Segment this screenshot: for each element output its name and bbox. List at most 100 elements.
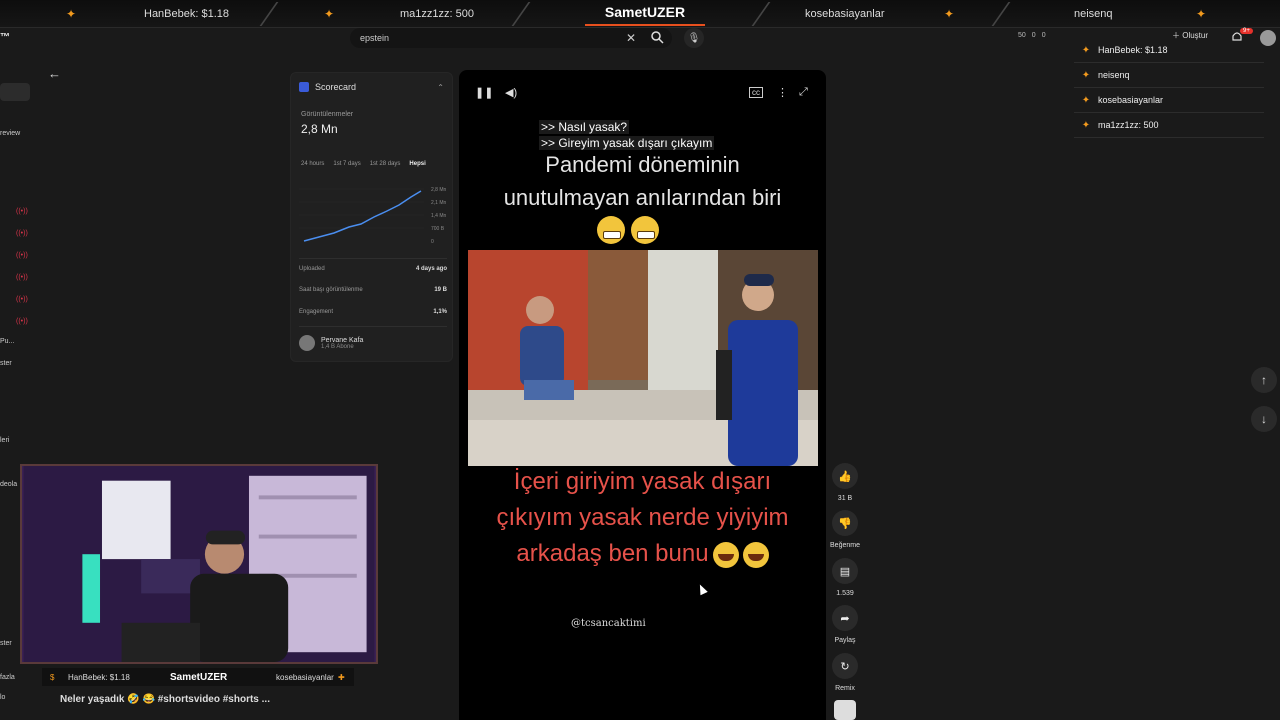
remix-icon[interactable]: ↻ (832, 653, 858, 679)
clear-icon[interactable]: ✕ (626, 31, 636, 45)
sidebar-label[interactable]: review (0, 130, 20, 137)
grimace-emoji (597, 216, 659, 244)
live-icon: ((•)) (16, 252, 28, 259)
cam-bar-left: HanBebek: $1.18 (68, 672, 130, 682)
cam-bar-brand: SametUZER (170, 671, 228, 683)
sidebar-label[interactable]: lo (0, 694, 5, 701)
spark-icon: ✦ (1196, 7, 1207, 21)
header-stats: 50 0 0 (1018, 32, 1046, 39)
more-options-icon[interactable]: ⋮ (777, 86, 788, 99)
views-line (303, 190, 422, 242)
search-value: epstein (360, 33, 390, 43)
share-button[interactable]: ➦ Paylaş (830, 605, 860, 644)
sidebar-label[interactable]: ster (0, 360, 12, 367)
channel-name[interactable]: Pervane Kafa (321, 337, 363, 344)
search-icon[interactable] (650, 30, 664, 44)
dislike-button[interactable]: 👎 Beğenme (830, 510, 860, 549)
grimace-emoji-icon (597, 216, 625, 244)
comment-count: 1.539 (836, 590, 854, 597)
spark-icon: ✦ (324, 7, 335, 21)
live-icon: ((•)) (16, 230, 28, 237)
stat-value: 19 B (434, 287, 447, 293)
y-tick: 2,1 Mn (431, 200, 447, 206)
cam-bar-right: kosebasiayanlar (276, 672, 334, 682)
channel-avatar[interactable] (299, 335, 315, 351)
scorecard-panel: Scorecard ⌃ Görüntülenmeler 2,8 Mn 24 ho… (290, 72, 453, 362)
stat-value: 0 (1041, 32, 1046, 39)
pause-icon[interactable]: ❚❚ (475, 86, 493, 99)
chat-name: HanBebek: $1.18 (1098, 45, 1168, 55)
share-label: Paylaş (834, 637, 856, 644)
live-icon: ((•)) (16, 274, 28, 281)
thumbs-up-icon[interactable]: 👍 (832, 463, 858, 489)
next-video-caption[interactable]: Neler yaşadık 🤣 😂 #shortsvideo #shorts .… (60, 694, 270, 705)
laughing-emoji-icon (742, 541, 769, 568)
comments-button[interactable]: ▤ 1.539 (830, 558, 860, 597)
stat-label: Engagement (299, 309, 334, 315)
laughing-emoji-icon (712, 541, 739, 568)
chat-name: neisenq (1098, 70, 1130, 80)
tab-24-hours[interactable]: 24 hours (301, 161, 324, 167)
views-value: 2,8 Mn (301, 122, 338, 136)
stream-brand: SametUZER (585, 0, 705, 26)
remix-label: Remix (835, 685, 855, 692)
share-icon[interactable]: ➦ (832, 605, 858, 631)
y-tick: 1,4 Mn (431, 213, 447, 219)
arrow-up-icon: ↑ (1261, 373, 1267, 387)
tab-all[interactable]: Hepsi (409, 161, 425, 167)
sidebar-label[interactable]: fazla (0, 674, 15, 681)
video-overlay-text: >> Gireyim yasak dışarı çıkayım (539, 136, 715, 150)
video-caption-text: arkadaş ben bunu (516, 540, 709, 567)
short-video-player[interactable]: ❚❚ ◀) cc ⋮ ⤢ >> Nasıl yasak? >> Gireyim … (459, 70, 826, 720)
captions-icon[interactable]: cc (749, 87, 763, 98)
spark-icon: ✦ (1081, 69, 1091, 81)
thumbs-down-icon[interactable]: 👎 (832, 510, 858, 536)
next-video-button[interactable]: ↓ (1251, 406, 1277, 432)
y-tick: 2,8 Mn (431, 187, 447, 193)
channel-info[interactable]: Pervane Kafa 1,4 B Abone (299, 335, 363, 351)
sidebar-item-selected[interactable] (0, 83, 30, 101)
left-sidebar: ™ review ((•)) ((•)) ((•)) ((•)) ((•)) (… (0, 28, 40, 388)
scorecard-title: Scorecard (315, 82, 357, 92)
stat-label: Uploaded (299, 266, 325, 272)
comment-icon[interactable]: ▤ (832, 558, 858, 584)
views-chart: 2,8 Mn 2,1 Mn 1,4 Mn 700 B 0 (299, 187, 447, 245)
live-icon: ((•)) (16, 208, 28, 215)
previous-video-button[interactable]: ↑ (1251, 367, 1277, 393)
video-title-text: Pandemi döneminin (545, 152, 740, 177)
scorecard-header: Scorecard (299, 82, 356, 92)
dollar-icon: $ (50, 672, 55, 682)
spark-icon: ✦ (944, 7, 955, 21)
stat-row: Uploaded 4 days ago (299, 266, 447, 272)
notification-badge: 9+ (1240, 28, 1253, 34)
spark-icon: ✦ (1081, 94, 1091, 106)
stream-top-bar: ✦ HanBebek: $1.18 ✦ ma1zz1zz: 500 SametU… (0, 0, 1280, 28)
stat-value: 1,1% (433, 309, 447, 315)
grimace-emoji-icon (631, 216, 659, 244)
back-arrow-icon[interactable]: ← (48, 66, 61, 81)
sidebar-label[interactable]: deola (0, 481, 17, 488)
chevron-up-icon[interactable]: ⌃ (437, 83, 444, 92)
y-tick: 0 (431, 239, 434, 245)
tab-28-days[interactable]: 1st 28 days (370, 161, 401, 167)
sidebar-label[interactable]: ster (0, 640, 12, 647)
dislike-label: Beğenme (830, 542, 860, 549)
sidebar-label[interactable]: leri (0, 437, 9, 444)
remix-button[interactable]: ↻ Remix (830, 653, 860, 692)
chat-overlay-list: ✦ HanBebek: $1.18 ✦ neisenq ✦ kosebasiayanl… (1074, 38, 1264, 138)
sidebar-label[interactable]: Pu... (0, 338, 14, 345)
search-input[interactable]: epstein ✕ (350, 28, 672, 48)
divider (991, 2, 1011, 26)
video-caption-text: çıkıyım yasak nerde yiyiyim (496, 504, 789, 531)
volume-icon[interactable]: ◀) (505, 86, 517, 99)
video-handle: @tcsancaktimi (571, 618, 646, 629)
like-button[interactable]: 👍 31 B (830, 463, 860, 502)
chat-name: kosebasiayanlar (1098, 95, 1164, 105)
sound-thumbnail[interactable] (834, 700, 856, 720)
mic-icon[interactable]: 🎙 (684, 28, 704, 48)
list-item: ✦ ma1zz1zz: 500 (1074, 113, 1264, 138)
fullscreen-icon[interactable]: ⤢ (799, 86, 808, 99)
tab-7-days[interactable]: 1st 7 days (333, 161, 360, 167)
stat-row: Saat başı görüntülenme 19 B (299, 287, 447, 293)
stat-value: 50 (1018, 32, 1026, 39)
